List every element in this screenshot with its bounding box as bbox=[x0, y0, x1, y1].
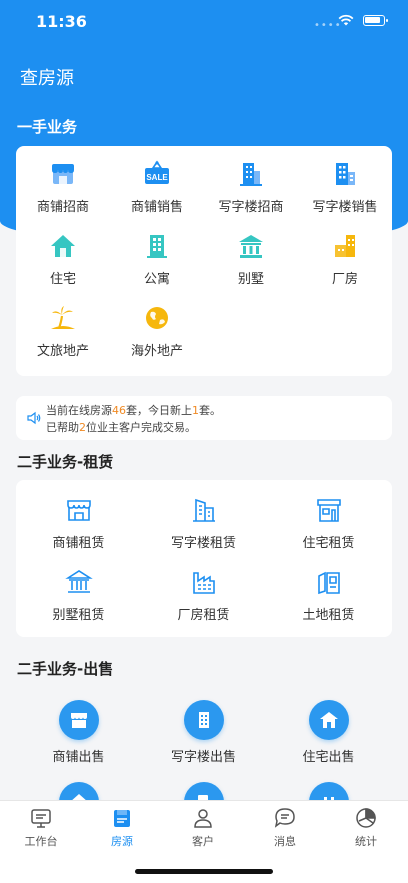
house-icon bbox=[51, 235, 75, 257]
item-label: 别墅 bbox=[237, 272, 264, 287]
notice-line-listings: 当前在线房源46套，今日新上1套。 bbox=[46, 402, 221, 418]
notice-text: 套，今日新上 bbox=[126, 404, 192, 417]
item-label: 厂房 bbox=[331, 272, 358, 287]
item-label: 别墅租赁 bbox=[52, 608, 105, 623]
status-bar: 11:36 •••• bbox=[0, 0, 408, 44]
tab-messages[interactable]: 消息 bbox=[255, 807, 315, 849]
item-land-rental[interactable]: 土地租赁 bbox=[266, 564, 391, 636]
customer-icon bbox=[194, 809, 212, 828]
item-label: 住宅 bbox=[49, 272, 76, 287]
notice-text: 位业主客户完成交易。 bbox=[86, 421, 196, 434]
item-factory[interactable]: 厂房 bbox=[298, 228, 392, 300]
item-label: 写字楼租赁 bbox=[170, 536, 236, 551]
rental-card: 商铺租赁 写字楼租赁 住宅租赁 别墅租赁 厂房租赁 土地租赁 bbox=[16, 480, 392, 637]
item-shop-sale[interactable]: 商铺出售 bbox=[16, 690, 141, 772]
tab-label: 工作台 bbox=[24, 835, 58, 848]
land-outline-icon bbox=[317, 571, 340, 595]
tab-label: 客户 bbox=[192, 835, 214, 848]
status-time: 11:36 bbox=[36, 12, 87, 31]
item-label: 写字楼招商 bbox=[218, 200, 284, 215]
tab-statistics[interactable]: 统计 bbox=[336, 807, 396, 849]
sale-sign-text: SALE bbox=[146, 173, 168, 182]
notice-text: 套。 bbox=[199, 404, 221, 417]
notice-line-deals: 已帮助2位业主客户完成交易。 bbox=[46, 419, 196, 435]
office-outline-icon bbox=[192, 498, 215, 522]
residence-outline-icon bbox=[316, 499, 341, 522]
office-circle-icon bbox=[183, 700, 224, 740]
item-villa-rental[interactable]: 别墅租赁 bbox=[16, 564, 141, 636]
item-office-sales[interactable]: 写字楼销售 bbox=[298, 156, 392, 228]
apartment-icon bbox=[147, 235, 167, 258]
item-residence[interactable]: 住宅 bbox=[16, 228, 110, 300]
tab-label: 房源 bbox=[111, 835, 133, 848]
item-office-rental[interactable]: 写字楼租赁 bbox=[141, 492, 266, 564]
item-apartment[interactable]: 公寓 bbox=[110, 228, 204, 300]
villa-outline-icon bbox=[64, 570, 93, 593]
new-listings-count: 1 bbox=[192, 404, 199, 417]
item-label: 写字楼销售 bbox=[312, 200, 378, 215]
item-label: 土地租赁 bbox=[302, 608, 355, 623]
stats-notice: 当前在线房源46套，今日新上1套。 已帮助2位业主客户完成交易。 bbox=[16, 396, 392, 440]
item-label: 海外地产 bbox=[130, 344, 183, 359]
item-factory-rental[interactable]: 厂房租赁 bbox=[141, 564, 266, 636]
section-title-new-business: 一手业务 bbox=[17, 118, 78, 136]
tab-label: 消息 bbox=[274, 835, 296, 848]
notice-text: 当前在线房源 bbox=[46, 404, 112, 417]
factory-outline-icon bbox=[192, 572, 215, 594]
tab-workbench[interactable]: 工作台 bbox=[11, 807, 71, 849]
item-residence-sale[interactable]: 住宅出售 bbox=[266, 690, 391, 772]
home-indicator[interactable] bbox=[135, 869, 273, 874]
stats-icon bbox=[356, 808, 376, 828]
item-shop-sales[interactable]: SALE 商铺销售 bbox=[110, 156, 204, 228]
message-icon bbox=[274, 808, 295, 828]
section-title-rental: 二手业务-租赁 bbox=[17, 453, 114, 471]
workbench-icon bbox=[31, 809, 51, 828]
item-label: 商铺出售 bbox=[52, 750, 105, 765]
new-business-card: 商铺招商 SALE 商铺销售 写字楼招商 写字楼销售 住宅 公寓 别墅 厂房 文… bbox=[16, 146, 392, 376]
item-label: 住宅租赁 bbox=[302, 536, 355, 551]
item-office-sale[interactable]: 写字楼出售 bbox=[141, 690, 266, 772]
item-label: 商铺招商 bbox=[36, 200, 89, 215]
notice-text: 已帮助 bbox=[46, 421, 79, 434]
item-residence-rental[interactable]: 住宅租赁 bbox=[266, 492, 391, 564]
item-label: 厂房租赁 bbox=[177, 608, 230, 623]
item-label: 商铺租赁 bbox=[52, 536, 105, 551]
item-overseas-property[interactable]: 海外地产 bbox=[110, 300, 204, 372]
storefront-circle-icon bbox=[58, 700, 99, 740]
tab-listings[interactable]: 房源 bbox=[92, 807, 152, 849]
item-shop-leasing[interactable]: 商铺招商 bbox=[16, 156, 110, 228]
online-listings-count: 46 bbox=[112, 404, 126, 417]
factory-icon bbox=[335, 235, 355, 257]
item-office-leasing[interactable]: 写字楼招商 bbox=[204, 156, 298, 228]
battery-icon bbox=[363, 15, 388, 26]
villa-icon bbox=[239, 235, 263, 258]
item-label: 写字楼出售 bbox=[170, 750, 236, 765]
storefront-icon bbox=[52, 164, 74, 184]
palm-island-icon bbox=[51, 306, 75, 329]
speaker-icon bbox=[27, 411, 41, 425]
item-label: 文旅地产 bbox=[36, 344, 89, 359]
page-title: 查房源 bbox=[20, 68, 74, 89]
item-tourism-property[interactable]: 文旅地产 bbox=[16, 300, 110, 372]
tab-customers[interactable]: 客户 bbox=[173, 807, 233, 849]
office-building-icon bbox=[336, 163, 355, 185]
sale-sign-icon: SALE bbox=[145, 160, 169, 184]
section-title-sale: 二手业务-出售 bbox=[17, 660, 114, 678]
listings-icon bbox=[114, 810, 130, 827]
storefront-outline-icon bbox=[66, 500, 91, 521]
item-label: 住宅出售 bbox=[302, 750, 355, 765]
item-shop-rental[interactable]: 商铺租赁 bbox=[16, 492, 141, 564]
item-label: 公寓 bbox=[143, 272, 170, 287]
item-villa[interactable]: 别墅 bbox=[204, 228, 298, 300]
residence-circle-icon bbox=[308, 700, 349, 740]
deals-count: 2 bbox=[79, 421, 86, 434]
office-tower-icon bbox=[240, 163, 262, 186]
item-label: 商铺销售 bbox=[130, 200, 183, 215]
wifi-icon bbox=[338, 14, 354, 26]
globe-icon bbox=[146, 307, 168, 329]
tab-label: 统计 bbox=[355, 835, 377, 848]
